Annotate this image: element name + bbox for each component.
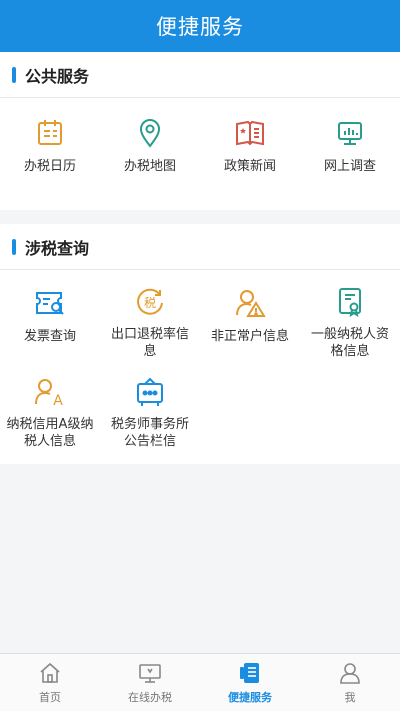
map-pin-icon [133, 116, 167, 150]
section-accent-bar [12, 238, 16, 255]
service-item-policy-news[interactable]: 政策新闻 [200, 98, 300, 210]
book-news-icon [233, 116, 267, 150]
home-icon [37, 660, 63, 686]
abnormal-user-icon [233, 286, 267, 320]
section-public-services: 公共服务 办税日历 办税地图 政策新闻 网上调查 [0, 52, 400, 210]
service-item-invoice-query[interactable]: 发票查询 [0, 270, 100, 360]
section-header: 公共服务 [0, 52, 400, 98]
service-item-tax-map[interactable]: 办税地图 [100, 98, 200, 210]
service-item-label: 一般纳税人资格信息 [310, 327, 389, 359]
service-item-label: 非正常户信息 [210, 329, 289, 344]
service-item-label: 办税地图 [123, 159, 176, 174]
section-gap [0, 210, 400, 224]
tab-label: 我 [344, 691, 356, 704]
service-icon [237, 660, 263, 686]
bulletin-board-icon [133, 376, 167, 408]
app-header: 便捷服务 [0, 0, 400, 52]
section-title: 涉税查询 [25, 238, 90, 258]
section-accent-bar [12, 66, 16, 83]
tab-label: 便捷服务 [228, 691, 272, 704]
service-item-export-refund-rate[interactable]: 税 出口退税率信息 [100, 270, 200, 360]
invoice-search-icon [33, 286, 67, 320]
service-item-label: 税务师事务所公告栏信 [110, 417, 189, 449]
tab-home[interactable]: 首页 [0, 654, 100, 711]
service-item-label: 纳税信用A级纳税人信息 [6, 417, 94, 449]
service-item-credit-a-taxpayer[interactable]: A 纳税信用A级纳税人信息 [0, 360, 100, 450]
tax-refund-icon: 税 [133, 286, 167, 318]
service-item-label: 出口退税率信息 [110, 327, 189, 359]
section-tax-inquiry: 涉税查询 发票查询 税 出口退税率信息 非正常户信息 一般纳税人资格信息 A 纳… [0, 224, 400, 464]
service-item-label: 发票查询 [23, 329, 76, 344]
tab-me[interactable]: 我 [300, 654, 400, 711]
service-item-general-taxpayer[interactable]: 一般纳税人资格信息 [300, 270, 400, 360]
tab-label: 首页 [39, 691, 61, 704]
service-item-tax-agency-bulletin[interactable]: 税务师事务所公告栏信 [100, 360, 200, 450]
svg-text:A: A [53, 393, 63, 408]
service-item-label: 网上调查 [323, 159, 376, 174]
bottom-tab-bar: 首页 在线办税 便捷服务 我 [0, 653, 400, 711]
service-item-label: 办税日历 [23, 159, 76, 174]
monitor-icon [137, 660, 163, 686]
section-title: 公共服务 [25, 66, 90, 86]
calendar-icon [33, 116, 67, 150]
tab-convenient-service[interactable]: 便捷服务 [200, 654, 300, 711]
section-header: 涉税查询 [0, 224, 400, 270]
service-item-label: 政策新闻 [223, 159, 276, 174]
service-item-online-survey[interactable]: 网上调查 [300, 98, 400, 210]
page-title: 便捷服务 [156, 15, 244, 39]
svg-text:税: 税 [144, 296, 156, 310]
certificate-icon [333, 286, 367, 318]
service-item-tax-calendar[interactable]: 办税日历 [0, 98, 100, 210]
credit-a-icon: A [33, 376, 67, 408]
service-item-abnormal-household[interactable]: 非正常户信息 [200, 270, 300, 360]
tab-label: 在线办税 [128, 691, 172, 704]
tab-online-tax[interactable]: 在线办税 [100, 654, 200, 711]
user-icon [337, 660, 363, 686]
survey-monitor-icon [333, 116, 367, 150]
